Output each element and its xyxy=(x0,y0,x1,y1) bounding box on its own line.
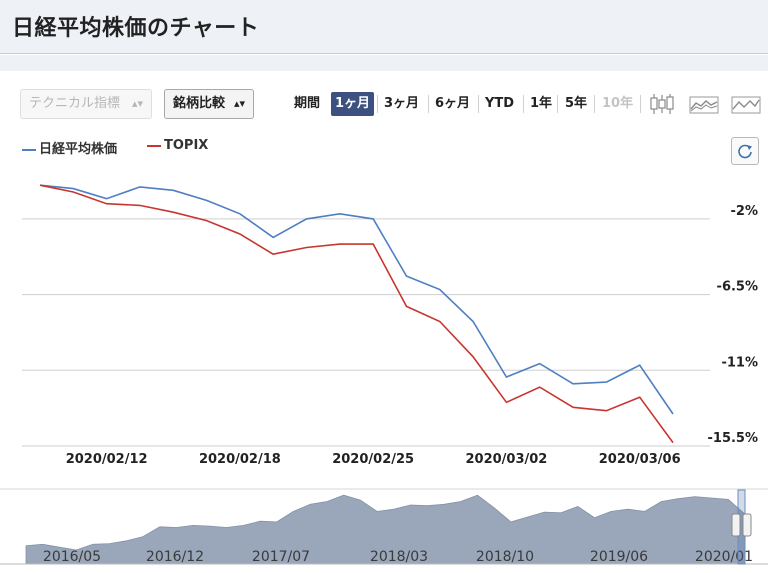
navigator-handle[interactable] xyxy=(731,513,741,537)
y-tick-label: -15.5% xyxy=(708,431,759,446)
legend-item-nikkei[interactable]: 日経平均株価 xyxy=(22,138,117,157)
page-header: 日経平均株価のチャート xyxy=(0,0,768,54)
topix-series-line xyxy=(39,184,674,444)
legend-label: TOPIX xyxy=(164,138,209,153)
period-10y-button[interactable]: 10年 xyxy=(602,92,633,116)
navigator-chart[interactable]: 2016/05 2016/12 2017/07 2018/03 2018/10 2019/… xyxy=(0,488,768,573)
stock-compare-label: 銘柄比較 xyxy=(173,96,226,111)
navigator-tick-label: 2019/06 xyxy=(590,549,648,565)
select-arrows-icon: ▴▾ xyxy=(131,97,143,110)
navigator-tick-label: 2017/07 xyxy=(252,549,310,565)
period-divider xyxy=(594,95,595,113)
navigator-tick-label: 2018/03 xyxy=(370,549,428,565)
period-3m-button[interactable]: 3ヶ月 xyxy=(384,92,419,116)
period-1m-button[interactable]: 1ヶ月 xyxy=(331,92,375,116)
legend-label: 日経平均株価 xyxy=(39,142,118,157)
area-chart-icon[interactable] xyxy=(689,92,719,116)
navigator-tick-label: 2016/05 xyxy=(43,549,101,565)
technical-indicator-label: テクニカル指標 xyxy=(29,96,121,111)
period-divider xyxy=(523,95,524,113)
x-tick-label: 2020/03/06 xyxy=(599,452,681,467)
period-divider xyxy=(557,95,558,113)
y-tick-label: -2% xyxy=(731,204,758,219)
legend-swatch xyxy=(147,144,161,147)
technical-indicator-select[interactable]: テクニカル指標 ▴▾ xyxy=(20,89,152,119)
x-tick-label: 2020/02/18 xyxy=(199,452,281,467)
period-6m-button[interactable]: 6ヶ月 xyxy=(435,92,470,116)
y-tick-label: -6.5% xyxy=(717,280,758,295)
period-5y-button[interactable]: 5年 xyxy=(565,92,587,116)
candlestick-icon[interactable] xyxy=(648,92,676,116)
select-arrows-icon: ▴▾ xyxy=(233,97,245,110)
navigator-tick-label: 2018/10 xyxy=(476,549,534,565)
header-gap xyxy=(0,55,768,71)
period-divider xyxy=(478,95,479,113)
stock-compare-select[interactable]: 銘柄比較 ▴▾ xyxy=(164,89,254,119)
period-divider xyxy=(377,95,378,113)
page-title: 日経平均株価のチャート xyxy=(12,16,260,41)
period-divider xyxy=(640,95,641,113)
nikkei-series-line xyxy=(39,184,674,415)
x-tick-label: 2020/03/02 xyxy=(465,452,547,467)
period-ytd-button[interactable]: YTD xyxy=(485,92,514,116)
period-label: 期間 xyxy=(294,96,321,111)
legend-swatch xyxy=(22,148,36,151)
x-tick-label: 2020/02/12 xyxy=(66,452,148,467)
x-tick-label: 2020/02/25 xyxy=(332,452,414,467)
period-divider xyxy=(428,95,429,113)
line-chart-icon[interactable] xyxy=(731,92,761,116)
main-chart[interactable]: -2% -6.5% -11% -15.5% 2020/02/12 2020/02/18 20… xyxy=(0,160,768,470)
navigator-handle[interactable] xyxy=(742,513,752,537)
y-tick-label: -11% xyxy=(721,355,758,370)
legend-item-topix[interactable]: TOPIX xyxy=(147,138,208,153)
period-1y-button[interactable]: 1年 xyxy=(530,92,552,116)
navigator-tick-label: 2016/12 xyxy=(146,549,204,565)
